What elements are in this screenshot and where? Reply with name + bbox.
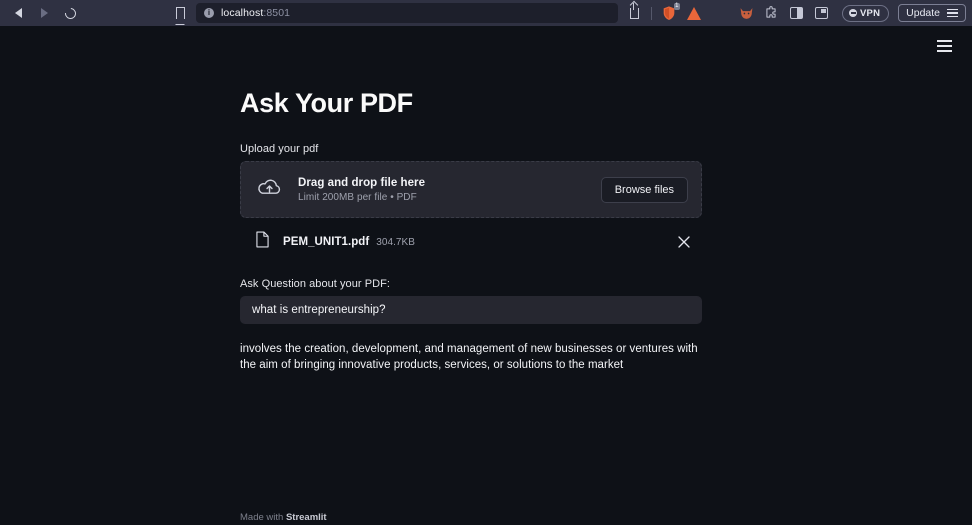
uploaded-file-name: PEM_UNIT1.pdf [283, 236, 370, 248]
bookmark-button[interactable] [168, 2, 192, 26]
reload-icon [62, 5, 78, 21]
file-uploader-dropzone[interactable]: Drag and drop file here Limit 200MB per … [240, 161, 702, 218]
page-title: Ask Your PDF [240, 88, 413, 118]
vpn-button[interactable]: VPN [842, 4, 890, 22]
close-icon [678, 236, 690, 248]
browser-actions: 1 VPN Update [622, 2, 966, 24]
share-icon [629, 2, 639, 19]
browse-files-button[interactable]: Browse files [600, 176, 688, 203]
reload-button[interactable] [58, 2, 82, 24]
drag-and-drop-text: Drag and drop file here [298, 176, 426, 189]
extension-fox-button[interactable] [734, 2, 758, 24]
question-label: Ask Question about your PDF: [240, 278, 390, 290]
question-input[interactable] [240, 296, 702, 324]
forward-button[interactable] [32, 2, 56, 24]
forward-arrow-icon [40, 8, 48, 18]
split-view-icon [814, 7, 828, 19]
back-button[interactable] [6, 2, 30, 24]
uploaded-file-size: 304.7KB [376, 236, 415, 248]
url-host: localhost [221, 7, 264, 19]
side-panel-button[interactable] [784, 2, 808, 24]
file-limit-text: Limit 200MB per file • PDF [298, 191, 417, 203]
uploaded-file-row: PEM_UNIT1.pdf 304.7KB [240, 223, 702, 261]
side-panel-icon [789, 7, 803, 19]
fox-icon [740, 7, 752, 19]
site-info-icon[interactable]: i [204, 8, 214, 18]
uploader-text-group: Drag and drop file here Limit 200MB per … [298, 177, 601, 203]
shields-count-badge: 1 [673, 3, 680, 10]
puzzle-icon [766, 6, 776, 18]
footer-brand[interactable]: Streamlit [286, 512, 327, 523]
update-label: Update [906, 7, 940, 19]
navigation-buttons [6, 2, 82, 24]
upload-label: Upload your pdf [240, 143, 319, 155]
share-button[interactable] [622, 2, 646, 24]
cone-icon [687, 6, 701, 20]
cone-button[interactable] [682, 2, 706, 24]
address-bar[interactable]: i localhost:8501 [196, 3, 618, 23]
url-port: :8501 [263, 7, 291, 19]
update-button[interactable]: Update [898, 4, 966, 22]
app-content: Ask Your PDF Upload your pdf Drag and dr… [240, 88, 702, 374]
cloud-upload-icon [257, 178, 282, 202]
answer-text: involves the creation, development, and … [240, 343, 698, 372]
brave-shields-button[interactable]: 1 [657, 2, 681, 24]
url-text: localhost:8501 [221, 7, 290, 19]
vpn-label: VPN [860, 7, 881, 19]
url-bar-container: i localhost:8501 [192, 3, 622, 23]
vpn-status-icon [849, 9, 857, 17]
remove-file-button[interactable] [674, 232, 694, 252]
back-arrow-icon [14, 8, 22, 18]
brave-shields-icon: 1 [661, 3, 680, 21]
streamlit-app: Ask Your PDF Upload your pdf Drag and dr… [0, 26, 972, 525]
extensions-button[interactable] [759, 2, 783, 24]
browser-menu-icon[interactable] [947, 8, 958, 18]
question-section: Ask Question about your PDF: [240, 278, 702, 324]
browser-toolbar: i localhost:8501 1 VPN Update [0, 0, 972, 28]
bookmark-icon [175, 7, 186, 26]
split-view-button[interactable] [809, 2, 833, 24]
streamlit-main-menu-button[interactable] [933, 36, 956, 56]
streamlit-footer: Made with Streamlit [240, 512, 327, 523]
document-icon [256, 231, 269, 253]
toolbar-divider [651, 6, 652, 20]
footer-prefix: Made with [240, 512, 286, 523]
